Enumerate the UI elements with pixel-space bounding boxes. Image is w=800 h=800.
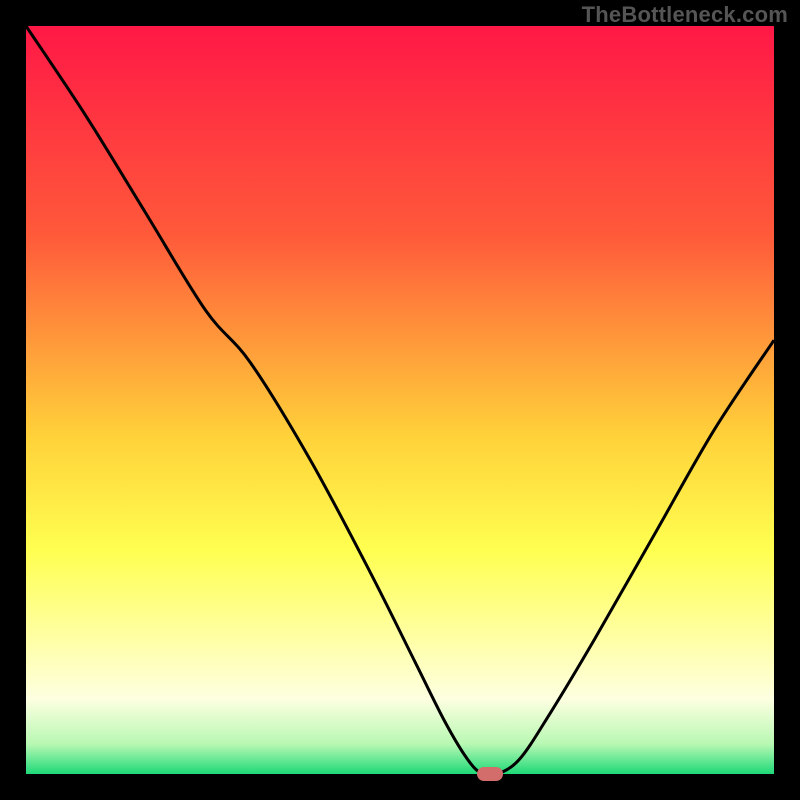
plot-area: [26, 26, 774, 774]
chart-svg: [26, 26, 774, 774]
gradient-background: [26, 26, 774, 774]
watermark-text: TheBottleneck.com: [582, 2, 788, 28]
chart-frame: TheBottleneck.com: [0, 0, 800, 800]
optimal-point-marker: [477, 767, 503, 781]
